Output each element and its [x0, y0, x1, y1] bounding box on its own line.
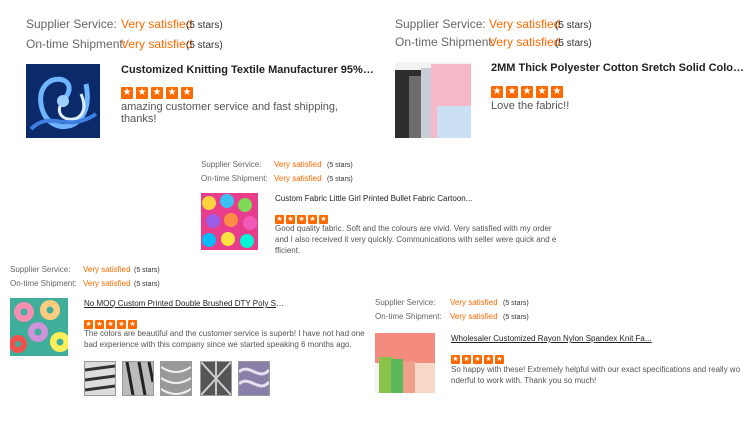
star-icon: ★ — [136, 87, 148, 99]
shipment-value: Very satisfied — [121, 37, 193, 51]
product-title-link[interactable]: Wholesaler Customized Rayon Nylon Spande… — [451, 334, 661, 343]
supplier-service-count: (5 stars) — [134, 267, 160, 274]
supplier-service-count: (5 stars) — [327, 162, 353, 169]
shipment-value: Very satisfied — [450, 312, 498, 321]
shipment-row: On-time Shipment: Very satisfied(5 stars) — [10, 279, 160, 288]
product-thumbnail[interactable] — [395, 62, 471, 138]
shipment-row: On-time Shipment: Very satisfied (5 stars) — [201, 174, 353, 183]
review-card: Supplier Service:Very satisfied(5 stars)… — [0, 0, 380, 145]
supplier-service-count: (5 stars) — [186, 20, 223, 31]
star-icon: ★ — [484, 355, 493, 364]
supplier-service-value: Very satisfied — [83, 265, 131, 274]
product-title-link[interactable]: Custom Fabric Little Girl Printed Bullet… — [275, 194, 475, 203]
review-card: Supplier Service: Very satisfied (5 stars)… — [200, 155, 560, 260]
star-icon: ★ — [166, 87, 178, 99]
rating-stars: ★ ★ ★ ★ ★ — [491, 81, 566, 99]
review-card: Supplier Service: Very satisfied(5 stars)… — [0, 262, 372, 427]
review-comment: amazing customer service and fast shippi… — [121, 101, 339, 125]
supplier-service-count: (5 stars) — [555, 20, 592, 31]
product-thumbnail[interactable] — [375, 333, 435, 393]
shipment-row: On-time Shipment: Very satisfied (5 stars) — [375, 312, 529, 321]
supplier-service-row: Supplier Service: Very satisfied (5 stars) — [201, 160, 353, 169]
review-photo[interactable] — [84, 361, 116, 396]
star-icon: ★ — [151, 87, 163, 99]
shipment-count: (5 stars) — [555, 38, 592, 49]
review-photo[interactable] — [200, 361, 232, 396]
review-photo[interactable] — [238, 361, 270, 396]
star-icon: ★ — [551, 86, 563, 98]
supplier-service-value: Very satisfied — [489, 17, 561, 31]
shipment-value: Very satisfied — [83, 279, 131, 288]
product-title-link[interactable]: Customized Knitting Textile Manufacturer… — [121, 64, 376, 76]
supplier-service-label: Supplier Service: — [26, 17, 117, 31]
supplier-service-label: Supplier Service: — [10, 265, 71, 274]
shipment-label: On-time Shipment: — [26, 37, 127, 51]
supplier-service-row: Supplier Service: Very satisfied (5 stars) — [375, 298, 529, 307]
supplier-service-value: Very satisfied — [274, 160, 322, 169]
shipment-count: (5 stars) — [134, 281, 160, 288]
star-icon: ★ — [521, 86, 533, 98]
rating-stars: ★ ★ ★ ★ ★ — [121, 82, 196, 100]
review-comment: Love the fabric!! — [491, 100, 570, 112]
star-icon: ★ — [462, 355, 471, 364]
star-icon: ★ — [506, 86, 518, 98]
star-icon: ★ — [495, 355, 504, 364]
star-icon: ★ — [491, 86, 503, 98]
shipment-label: On-time Shipment: — [395, 35, 496, 49]
shipment-value: Very satisfied — [489, 35, 561, 49]
shipment-label: On-time Shipment: — [10, 279, 77, 288]
shipment-count: (5 stars) — [327, 176, 353, 183]
product-thumbnail[interactable] — [26, 64, 100, 138]
shipment-value: Very satisfied — [274, 174, 322, 183]
review-photo[interactable] — [122, 361, 154, 396]
shipment-row: On-time Shipment:Very satisfied(5 stars) — [395, 35, 592, 49]
shipment-row: On-time Shipment:Very satisfied(5 stars) — [26, 37, 223, 51]
shipment-count: (5 stars) — [186, 40, 223, 51]
product-thumbnail[interactable] — [10, 298, 68, 356]
review-card: Supplier Service: Very satisfied (5 stars)… — [372, 295, 750, 427]
shipment-label: On-time Shipment: — [201, 174, 268, 183]
supplier-service-label: Supplier Service: — [201, 160, 262, 169]
supplier-service-label: Supplier Service: — [395, 17, 486, 31]
star-icon: ★ — [181, 87, 193, 99]
supplier-service-label: Supplier Service: — [375, 298, 436, 307]
star-icon: ★ — [536, 86, 548, 98]
supplier-service-row: Supplier Service: Very satisfied(5 stars) — [10, 265, 160, 274]
supplier-service-value: Very satisfied — [450, 298, 498, 307]
star-icon: ★ — [451, 355, 460, 364]
product-title-link[interactable]: No MOQ Custom Printed Double Brushed DTY… — [84, 299, 284, 308]
supplier-service-row: Supplier Service: Very satisfied(5 stars) — [26, 17, 223, 31]
shipment-label: On-time Shipment: — [375, 312, 442, 321]
product-title-link[interactable]: 2MM Thick Polyester Cotton Sretch Solid … — [491, 62, 746, 74]
review-comment: So happy with these! Extremely helpful w… — [451, 365, 741, 385]
star-icon: ★ — [473, 355, 482, 364]
supplier-service-row: Supplier Service:Very satisfied(5 stars) — [395, 17, 592, 31]
review-comment: The colors are beautiful and the custome… — [84, 329, 365, 349]
shipment-count: (5 stars) — [503, 314, 529, 321]
supplier-service-count: (5 stars) — [503, 300, 529, 307]
star-icon: ★ — [121, 87, 133, 99]
review-photo[interactable] — [160, 361, 192, 396]
review-card: Supplier Service:Very satisfied(5 stars)… — [380, 0, 750, 145]
product-thumbnail[interactable] — [201, 193, 258, 250]
review-comment: Good quality fabric. Soft and the colour… — [275, 224, 557, 255]
supplier-service-value: Very satisfied — [121, 17, 193, 31]
